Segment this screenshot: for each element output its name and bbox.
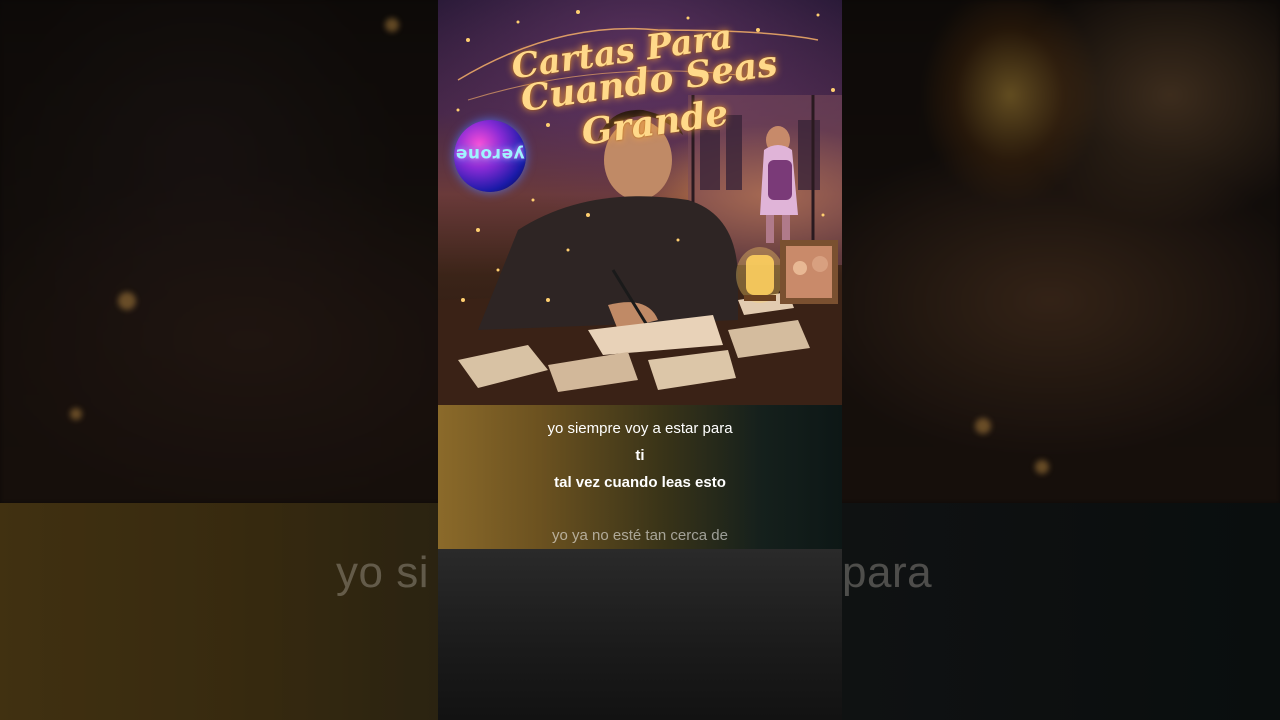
lyric-line-current-a: ti <box>635 447 645 464</box>
player-stage[interactable]: yo si para Cartas Para Cuando Seas Grand… <box>0 0 1280 720</box>
lyric-line-current-b: tal vez cuando leas esto <box>554 474 726 491</box>
album-cover-art: Cartas Para Cuando Seas Grande yerone <box>438 0 842 405</box>
blurred-lyric-left: yo si <box>336 548 429 597</box>
video-frame[interactable]: Cartas Para Cuando Seas Grande yerone yo… <box>438 0 842 720</box>
channel-logo-text: yerone <box>455 144 525 164</box>
video-lower-area <box>438 549 842 720</box>
sparkle-glow <box>385 18 399 32</box>
lyric-line-previous: yo siempre voy a estar para <box>547 420 733 437</box>
sparkle-glow <box>1035 460 1049 474</box>
sparkle-glow <box>70 408 82 420</box>
sparkle-glow <box>975 418 991 434</box>
channel-logo: yerone <box>454 120 526 192</box>
lyrics-panel: yo siempre voy a estar para ti tal vez c… <box>438 405 842 549</box>
sparkle-glow <box>118 292 136 310</box>
blurred-lyric-right: para <box>842 548 933 597</box>
lyric-line-next: yo ya no esté tan cerca de <box>552 527 728 544</box>
